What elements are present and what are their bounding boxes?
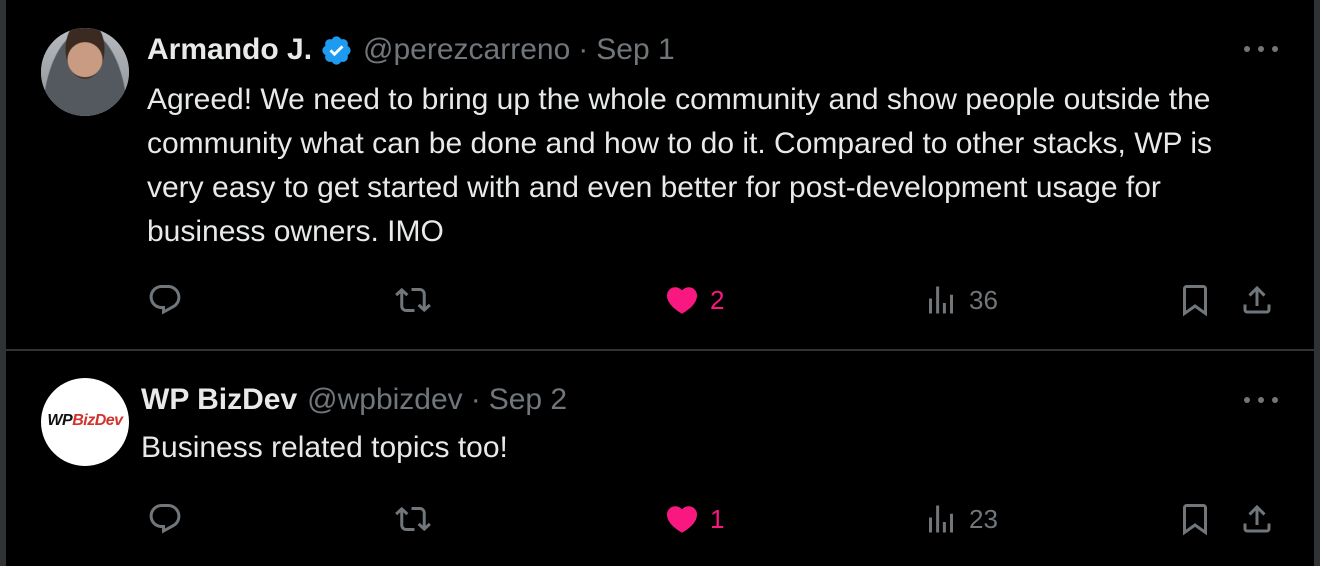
avatar[interactable] (41, 28, 129, 116)
author-name[interactable]: Armando J. (147, 33, 312, 67)
share-button[interactable] (1239, 278, 1275, 322)
profile-photo-icon (41, 28, 129, 116)
views-count: 23 (969, 503, 998, 534)
separator-dot: · (470, 383, 481, 416)
reply-button[interactable] (147, 497, 193, 541)
tweet-text: Business related topics too! (141, 431, 508, 464)
views-button[interactable]: 36 (923, 278, 998, 322)
retweet-icon (395, 506, 431, 532)
author-handle[interactable]: @perezcarreno (363, 33, 570, 67)
separator-dot: · (578, 33, 589, 66)
views-button[interactable]: 23 (923, 497, 998, 541)
author-handle[interactable]: @wpbizdev (307, 383, 463, 417)
bookmark-icon (1183, 285, 1207, 317)
heart-icon (666, 506, 698, 533)
tweet-actions: 1 23 (147, 497, 1284, 541)
tweet-text: Agreed! We need to bring up the whole co… (147, 83, 1212, 248)
bookmark-icon (1183, 504, 1207, 536)
tweet-header: Armando J. @perezcarreno · Sep 1 (147, 30, 675, 70)
like-button[interactable]: 1 (664, 497, 724, 541)
verified-badge-icon (322, 35, 351, 65)
share-icon (1243, 504, 1271, 533)
more-icon[interactable] (1244, 395, 1278, 405)
retweet-button[interactable] (395, 278, 441, 322)
author-name[interactable]: WP BizDev (141, 383, 297, 417)
views-icon (929, 505, 953, 533)
share-button[interactable] (1239, 497, 1275, 541)
reply-icon (149, 285, 181, 315)
like-button[interactable]: 2 (664, 278, 724, 322)
bookmark-button[interactable] (1177, 278, 1213, 322)
like-count: 1 (710, 503, 725, 534)
heart-icon (666, 287, 698, 314)
tweet-date[interactable]: Sep 1 (596, 33, 674, 67)
right-border (1314, 0, 1320, 566)
tweet-header: WP BizDev @wpbizdev · Sep 2 (141, 380, 567, 420)
views-count: 36 (969, 284, 998, 315)
views-icon (929, 286, 953, 314)
reply-icon (149, 504, 181, 534)
tweet-date[interactable]: Sep 2 (489, 383, 567, 417)
retweet-button[interactable] (395, 497, 441, 541)
tweet[interactable]: Armando J. @perezcarreno · Sep 1 Agreed!… (6, 0, 1314, 349)
tweet-actions: 2 36 (147, 278, 1284, 322)
bookmark-button[interactable] (1177, 497, 1213, 541)
more-icon[interactable] (1244, 44, 1278, 54)
like-count: 2 (710, 284, 725, 315)
retweet-icon (395, 287, 431, 313)
reply-button[interactable] (147, 278, 193, 322)
share-icon (1243, 285, 1271, 314)
avatar[interactable]: WPBizDev (41, 378, 129, 466)
wpbizdev-logo-icon: WPBizDev (47, 412, 123, 429)
